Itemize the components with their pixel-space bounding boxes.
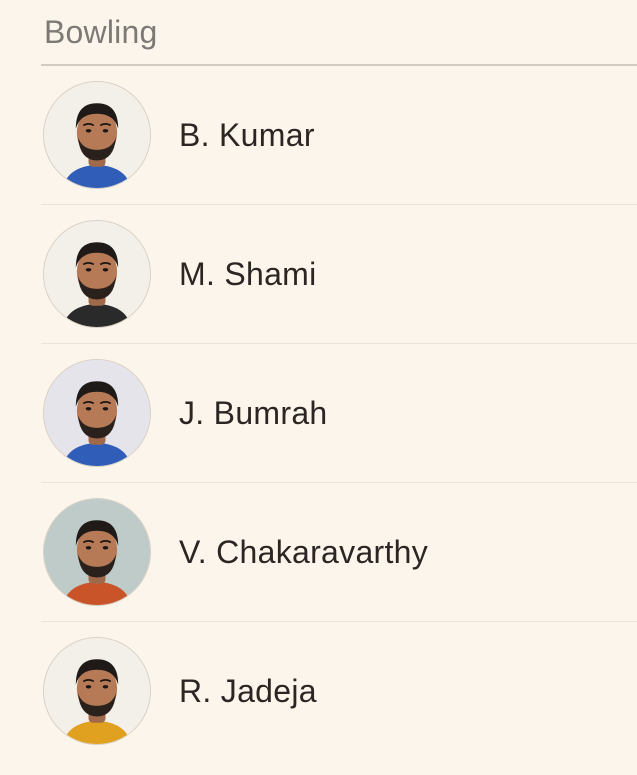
player-avatar-icon <box>43 637 151 745</box>
player-name: V. Chakaravarthy <box>179 533 429 570</box>
avatar-headshot <box>44 638 150 744</box>
avatar-headshot <box>44 499 150 605</box>
player-row[interactable]: M. Shami <box>41 205 637 344</box>
player-avatar-icon <box>43 359 151 467</box>
avatar-headshot <box>44 221 150 327</box>
player-avatar-icon <box>43 220 151 328</box>
section-title: Bowling <box>44 14 158 50</box>
player-row[interactable]: B. Kumar <box>41 66 637 205</box>
player-name: J. Bumrah <box>179 394 328 431</box>
player-avatar-icon <box>43 81 151 189</box>
player-row[interactable]: R. Jadeja <box>41 622 637 760</box>
player-list: B. Kumar M. Shami J. Bumrah V. Chakarava… <box>41 66 637 760</box>
avatar-headshot <box>44 360 150 466</box>
player-row[interactable]: J. Bumrah <box>41 344 637 483</box>
player-avatar-icon <box>43 498 151 606</box>
avatar-headshot <box>44 82 150 188</box>
player-name: B. Kumar <box>179 116 315 153</box>
player-row[interactable]: V. Chakaravarthy <box>41 483 637 622</box>
player-name: M. Shami <box>179 255 317 292</box>
bowling-screen: Bowling B. Kumar M. Shami J. Bumrah V. C… <box>0 0 637 775</box>
player-name: R. Jadeja <box>179 672 317 709</box>
